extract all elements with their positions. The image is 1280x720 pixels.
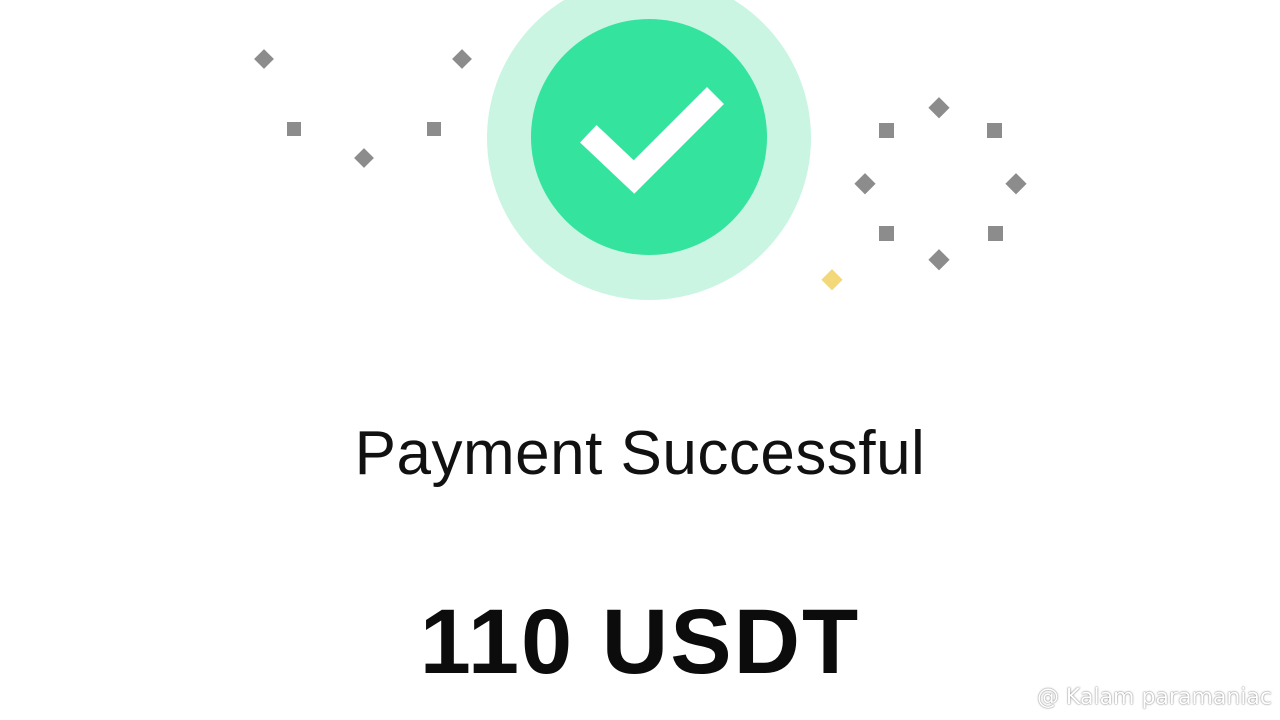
confetti-diamond bbox=[928, 97, 950, 119]
watermark-text: @ Kalam paramaniac bbox=[1036, 684, 1272, 710]
checkmark-icon bbox=[580, 87, 724, 194]
confetti-diamond bbox=[254, 49, 274, 69]
confetti-square bbox=[988, 226, 1003, 241]
confetti-diamond bbox=[354, 148, 374, 168]
watermark: @ Kalam paramaniac bbox=[1006, 684, 1272, 710]
binance-logo-icon bbox=[1006, 684, 1033, 710]
confetti-diamond bbox=[452, 49, 472, 69]
payment-amount: 110 USDT bbox=[419, 591, 861, 693]
payment-success-screen: Payment Successful 110 USDT @ Kalam para… bbox=[0, 0, 1280, 720]
confetti-diamond-accent bbox=[821, 269, 843, 291]
confetti-square bbox=[987, 123, 1002, 138]
confetti-diamond bbox=[1005, 173, 1027, 195]
payment-status-title: Payment Successful bbox=[354, 419, 926, 488]
confetti-diamond bbox=[854, 173, 876, 195]
confetti-square bbox=[879, 226, 894, 241]
confetti-square bbox=[879, 123, 894, 138]
confetti-square bbox=[427, 122, 441, 136]
confetti-square bbox=[287, 122, 301, 136]
confetti-diamond bbox=[928, 249, 950, 271]
